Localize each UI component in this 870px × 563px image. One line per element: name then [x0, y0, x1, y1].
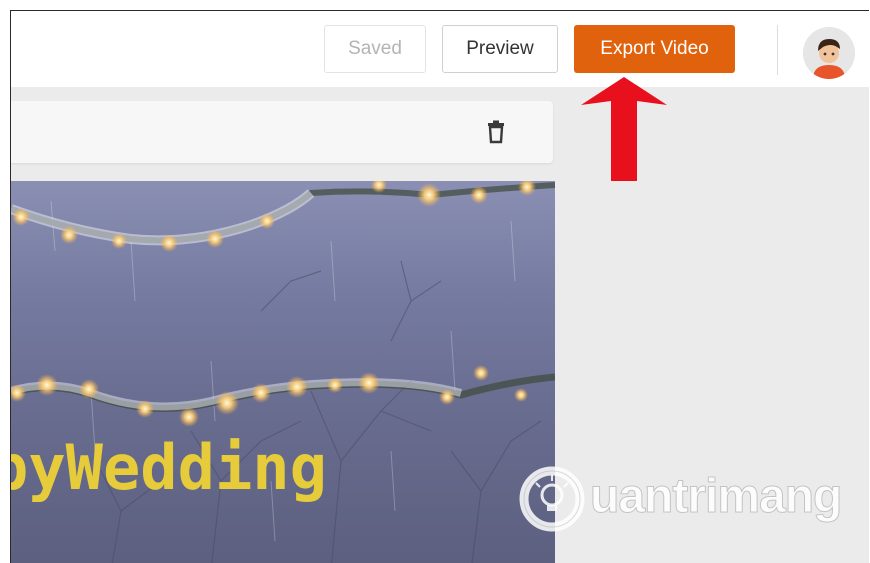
lightbulb-logo-icon	[519, 466, 585, 532]
header-divider	[777, 25, 778, 75]
watermark-text: uantrimang	[589, 470, 842, 524]
app-window: Saved Preview Export Video pyWedding uan…	[10, 10, 869, 563]
trash-icon[interactable]	[483, 119, 509, 145]
preview-button[interactable]: Preview	[442, 25, 558, 73]
canvas-title-text[interactable]: pyWedding	[11, 431, 327, 504]
watermark: uantrimang	[516, 463, 861, 533]
export-video-button[interactable]: Export Video	[574, 25, 735, 73]
saved-button[interactable]: Saved	[324, 25, 426, 73]
red-arrow-icon	[581, 77, 667, 181]
canvas-toolbar	[11, 101, 553, 163]
top-header: Saved Preview Export Video	[11, 11, 869, 87]
video-canvas[interactable]: pyWedding	[11, 181, 555, 563]
user-avatar-icon[interactable]	[803, 27, 855, 79]
